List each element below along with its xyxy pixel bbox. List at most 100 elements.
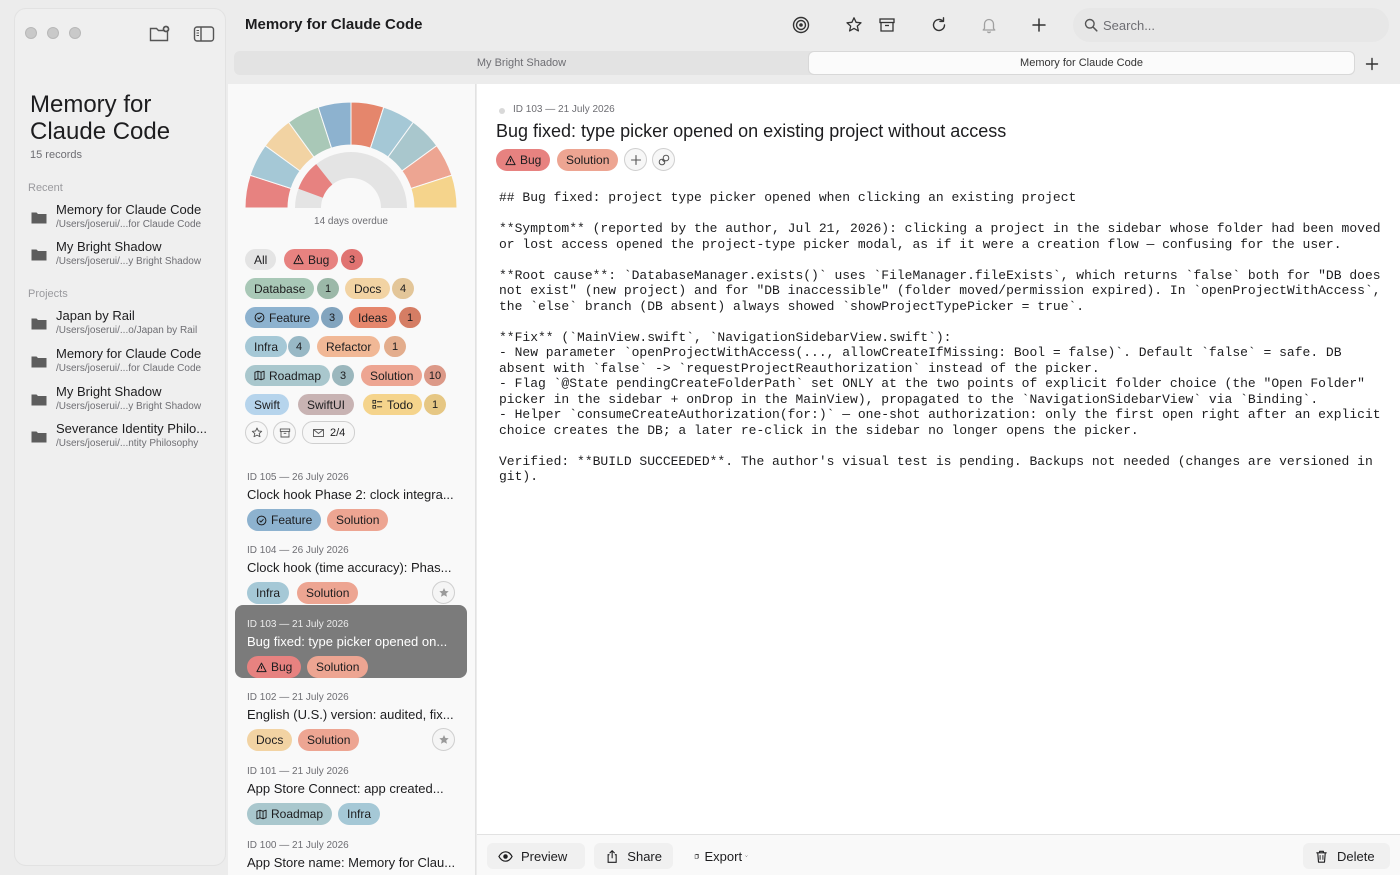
focus-button[interactable] <box>783 8 819 42</box>
project-item-path: /Users/joserui/...o/Japan by Rail <box>56 325 198 336</box>
detail-tag-solution[interactable]: Solution <box>557 149 619 171</box>
search-input[interactable] <box>1103 8 1373 42</box>
filter-archive-button[interactable] <box>273 421 296 444</box>
filter-roadmap[interactable]: Roadmap <box>245 365 331 386</box>
filter-database[interactable]: Database <box>245 278 315 299</box>
record-count: 15 records <box>30 149 82 161</box>
new-tab-button[interactable] <box>1362 54 1382 74</box>
warning-icon <box>293 254 304 265</box>
link-record-button[interactable] <box>652 148 675 171</box>
tag-infra: Infra <box>247 582 290 604</box>
record-card[interactable]: ID 105 — 26 July 2026 Clock hook Phase 2… <box>235 458 467 531</box>
record-card[interactable]: ID 100 — 21 July 2026 App Store name: Me… <box>235 826 467 875</box>
filter-favorites-button[interactable] <box>245 421 268 444</box>
tab-memory-for-claude-code[interactable]: Memory for Claude Code <box>809 52 1354 74</box>
project-item[interactable]: Severance Identity Philo... /Users/joser… <box>29 421 219 455</box>
archive-button[interactable] <box>869 8 905 42</box>
preview-button[interactable]: Preview <box>487 843 585 869</box>
favorites-button[interactable] <box>836 8 872 42</box>
sidebar-toggle-icon[interactable] <box>193 25 215 43</box>
plus-icon <box>630 154 641 165</box>
archive-icon <box>279 428 290 437</box>
add-tag-button[interactable] <box>624 148 647 171</box>
plus-icon <box>1365 57 1379 71</box>
bell-icon <box>982 18 996 34</box>
folder-icon <box>31 249 47 261</box>
link-icon <box>658 154 669 165</box>
filter-bug[interactable]: Bug <box>284 249 339 270</box>
record-title: Clock hook (time accuracy): Phas... <box>247 560 452 575</box>
project-item-name: Japan by Rail <box>56 308 135 323</box>
record-card[interactable]: ID 104 — 26 July 2026 Clock hook (time a… <box>235 531 467 604</box>
filter-solution[interactable]: Solution <box>361 365 423 386</box>
filter-refactor[interactable]: Refactor <box>317 336 381 357</box>
project-item[interactable]: Memory for Claude Code /Users/joserui/..… <box>29 346 219 380</box>
search-field[interactable] <box>1073 8 1389 42</box>
recent-item-path: /Users/joserui/...for Claude Code <box>56 219 202 230</box>
plus-icon <box>1032 18 1046 32</box>
tag-label: Roadmap <box>271 807 324 821</box>
record-title: English (U.S.) version: audited, fix... <box>247 707 454 722</box>
recent-item[interactable]: My Bright Shadow /Users/joserui/...y Bri… <box>29 239 219 273</box>
window-close-button[interactable] <box>25 27 37 39</box>
filter-todo[interactable]: Todo <box>363 394 423 415</box>
refresh-icon <box>932 17 946 32</box>
tag-infra: Infra <box>338 803 381 825</box>
delete-button[interactable]: Delete <box>1303 843 1390 869</box>
filter-feature-label: Feature <box>269 310 311 325</box>
record-card[interactable]: ID 101 — 21 July 2026 App Store Connect:… <box>235 752 467 825</box>
filter-swiftui[interactable]: SwiftUI <box>298 394 355 415</box>
folder-icon <box>31 431 47 443</box>
map-icon <box>256 809 267 819</box>
tag-solution: Solution <box>307 656 369 678</box>
sidebar-project-title: Memory for Claude Code <box>30 91 171 145</box>
filter-database-count: 1 <box>317 278 339 299</box>
filter-solution-count: 10 <box>424 365 446 386</box>
record-card-selected[interactable]: ID 103 — 21 July 2026 Bug fixed: type pi… <box>235 605 467 678</box>
tag-solution: Solution <box>297 582 359 604</box>
add-record-button[interactable] <box>1021 8 1057 42</box>
map-icon <box>254 370 265 381</box>
window-zoom-button[interactable] <box>69 27 81 39</box>
filter-ideas[interactable]: Ideas <box>349 307 397 328</box>
star-icon <box>846 17 862 32</box>
share-button[interactable]: Share <box>594 843 673 869</box>
record-card[interactable]: ID 102 — 21 July 2026 English (U.S.) ver… <box>235 678 467 751</box>
filter-docs[interactable]: Docs <box>345 278 391 299</box>
tag-label: Bug <box>271 660 293 674</box>
filter-pending-button[interactable]: 2/4 <box>302 421 356 444</box>
project-item[interactable]: My Bright Shadow /Users/joserui/...y Bri… <box>29 384 219 418</box>
filter-infra-count: 4 <box>288 336 310 357</box>
project-item[interactable]: Japan by Rail /Users/joserui/...o/Japan … <box>29 308 219 342</box>
refresh-button[interactable] <box>921 8 957 42</box>
project-item-name: Severance Identity Philo... <box>56 421 208 436</box>
export-menu-button[interactable]: Export <box>683 843 759 869</box>
record-detail: ID 103 — 21 July 2026 Bug fixed: type pi… <box>477 84 1400 875</box>
star-icon <box>438 587 449 597</box>
recent-section-label: Recent <box>28 182 63 194</box>
record-meta: ID 101 — 21 July 2026 <box>247 766 349 777</box>
filter-all[interactable]: All <box>245 249 277 270</box>
tag-bug: Bug <box>247 656 302 678</box>
tag-label: Bug <box>520 153 542 167</box>
favorite-toggle[interactable] <box>432 581 455 604</box>
filter-infra[interactable]: Infra <box>245 336 288 357</box>
folder-icon <box>31 318 47 330</box>
recent-item[interactable]: Memory for Claude Code /Users/joserui/..… <box>29 202 219 236</box>
detail-tag-bug[interactable]: Bug <box>496 149 551 171</box>
eye-icon <box>498 850 513 862</box>
filter-swift[interactable]: Swift <box>245 394 290 415</box>
gauge-caption: 14 days overdue <box>314 216 388 227</box>
new-folder-icon[interactable] <box>149 25 171 43</box>
detail-title[interactable]: Bug fixed: type picker opened on existin… <box>496 121 1006 142</box>
filter-feature-count: 3 <box>321 307 343 328</box>
notifications-button[interactable] <box>971 8 1007 42</box>
status-dot <box>499 108 505 114</box>
tab-my-bright-shadow[interactable]: My Bright Shadow <box>234 52 809 74</box>
filter-bug-label: Bug <box>308 252 330 267</box>
delete-label: Delete <box>1337 848 1375 864</box>
window-minimize-button[interactable] <box>47 27 59 39</box>
record-body[interactable]: ## Bug fixed: project type picker opened… <box>499 190 1389 485</box>
favorite-toggle[interactable] <box>432 728 455 751</box>
filter-feature[interactable]: Feature <box>245 307 320 328</box>
